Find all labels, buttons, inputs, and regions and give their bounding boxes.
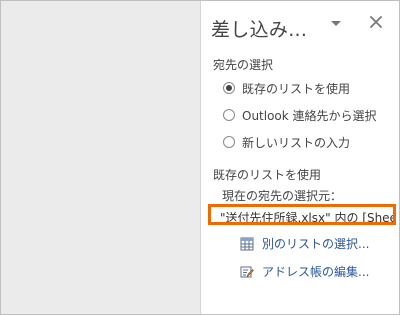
recipient-section-heading: 宛先の選択 (213, 58, 274, 72)
document-area[interactable] (1, 1, 201, 314)
edit-address-book-label[interactable]: アドレス帳の編集... (262, 263, 369, 280)
radio-label: 既存のリストを使用 (242, 81, 351, 96)
current-source-value: "送付先住所録.xlsx" 内の [Sheet1$] (220, 211, 393, 225)
mail-merge-window: 差し込み... 宛先の選択 既存のリストを使用 Outlook 連絡先から選択 … (0, 0, 400, 315)
current-source-highlight: "送付先住所録.xlsx" 内の [Sheet1$] (208, 204, 396, 225)
edit-address-book-link[interactable]: アドレス帳の編集... (240, 263, 369, 279)
radio-unselected-icon[interactable] (223, 136, 235, 148)
radio-unselected-icon[interactable] (223, 109, 235, 121)
pane-title: 差し込み... (211, 19, 308, 41)
radio-label: Outlook 連絡先から選択 (242, 108, 377, 123)
current-source-label: 現在の宛先の選択元： (222, 189, 343, 203)
close-icon[interactable] (369, 15, 383, 29)
chevron-down-icon[interactable] (329, 18, 343, 30)
radio-new-list[interactable]: 新しいリストの入力 (223, 134, 350, 150)
mail-merge-task-pane: 差し込み... 宛先の選択 既存のリストを使用 Outlook 連絡先から選択 … (201, 1, 399, 314)
radio-selected-icon[interactable] (223, 82, 235, 94)
table-icon (240, 236, 254, 251)
existing-list-section-heading: 既存のリストを使用 (213, 168, 322, 182)
radio-outlook-contacts[interactable]: Outlook 連絡先から選択 (223, 107, 377, 123)
radio-label: 新しいリストの入力 (242, 135, 351, 150)
select-other-list-link[interactable]: 別のリストの選択... (240, 235, 369, 251)
radio-use-existing-list[interactable]: 既存のリストを使用 (223, 80, 350, 96)
select-other-list-label[interactable]: 別のリストの選択... (262, 235, 369, 252)
edit-list-icon (240, 264, 254, 278)
